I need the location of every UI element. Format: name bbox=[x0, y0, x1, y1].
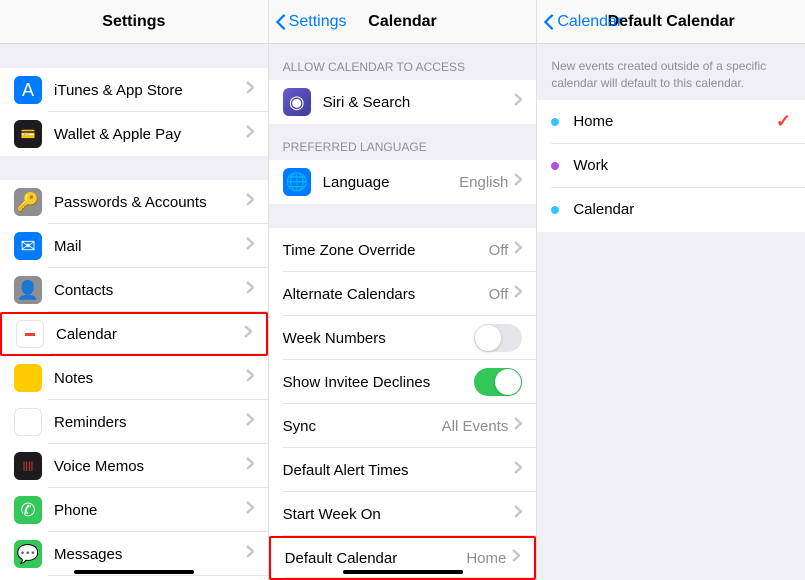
row-facetime[interactable]: 📹 FaceTime bbox=[0, 576, 268, 580]
content: New events created outside of a specific… bbox=[537, 44, 805, 580]
row-itunes-app-store[interactable]: A iTunes & App Store bbox=[0, 68, 268, 112]
option-home[interactable]: Home✓ bbox=[537, 100, 805, 144]
row-passwords-accounts[interactable]: 🔑 Passwords & Accounts bbox=[0, 180, 268, 224]
chevron-right-icon bbox=[514, 285, 522, 303]
notes-icon bbox=[14, 364, 42, 392]
row-notes[interactable]: Notes bbox=[0, 356, 268, 400]
chevron-right-icon bbox=[246, 369, 254, 387]
chevron-right-icon bbox=[514, 173, 522, 191]
chevron-right-icon bbox=[246, 81, 254, 99]
color-dot bbox=[551, 118, 559, 126]
chevron-right-icon bbox=[246, 501, 254, 519]
chevron-right-icon bbox=[244, 325, 252, 343]
row-siri-search[interactable]: ◉ Siri & Search bbox=[269, 80, 537, 124]
header: Calendar Default Calendar bbox=[537, 0, 805, 44]
row-week-numbers[interactable]: Week Numbers bbox=[269, 316, 537, 360]
home-indicator[interactable] bbox=[343, 570, 463, 574]
checkmark-icon: ✓ bbox=[776, 111, 791, 132]
chevron-right-icon bbox=[246, 125, 254, 143]
chevron-right-icon bbox=[514, 461, 522, 479]
chevron-right-icon bbox=[514, 93, 522, 111]
chevron-right-icon bbox=[514, 417, 522, 435]
header: Settings Calendar bbox=[269, 0, 537, 44]
chevron-right-icon bbox=[514, 241, 522, 259]
globe-icon: 🌐 bbox=[283, 168, 311, 196]
siri-icon: ◉ bbox=[283, 88, 311, 116]
content: ALLOW CALENDAR TO ACCESS ◉ Siri & Search… bbox=[269, 44, 537, 580]
settings-panel: Settings A iTunes & App Store 💳 Wallet &… bbox=[0, 0, 269, 580]
chevron-right-icon bbox=[512, 549, 520, 567]
row-wallet-apple-pay[interactable]: 💳 Wallet & Apple Pay bbox=[0, 112, 268, 156]
reminders-icon: ⋮⋮ bbox=[14, 408, 42, 436]
color-dot bbox=[551, 162, 559, 170]
option-calendar[interactable]: Calendar bbox=[537, 188, 805, 232]
wallet-icon: 💳 bbox=[14, 120, 42, 148]
row-sync[interactable]: SyncAll Events bbox=[269, 404, 537, 448]
chevron-right-icon bbox=[246, 413, 254, 431]
app-store-icon: A bbox=[14, 76, 42, 104]
key-icon: 🔑 bbox=[14, 188, 42, 216]
option-work[interactable]: Work bbox=[537, 144, 805, 188]
messages-icon: 💬 bbox=[14, 540, 42, 568]
calendar-settings-panel: Settings Calendar ALLOW CALENDAR TO ACCE… bbox=[269, 0, 538, 580]
row-time-zone-override[interactable]: Time Zone OverrideOff bbox=[269, 228, 537, 272]
chevron-right-icon bbox=[246, 237, 254, 255]
page-title: Settings bbox=[102, 13, 165, 31]
back-button[interactable]: Calendar bbox=[543, 13, 622, 31]
row-alternate-calendars[interactable]: Alternate CalendarsOff bbox=[269, 272, 537, 316]
voice-memos-icon: |||| bbox=[14, 452, 42, 480]
content: A iTunes & App Store 💳 Wallet & Apple Pa… bbox=[0, 44, 268, 580]
phone-icon: ✆ bbox=[14, 496, 42, 524]
section-header-language: PREFERRED LANGUAGE bbox=[269, 124, 537, 160]
header: Settings bbox=[0, 0, 268, 44]
page-title: Calendar bbox=[368, 13, 436, 31]
chevron-right-icon bbox=[514, 505, 522, 523]
row-contacts[interactable]: 👤 Contacts bbox=[0, 268, 268, 312]
row-language[interactable]: 🌐 Language English bbox=[269, 160, 537, 204]
chevron-right-icon bbox=[246, 281, 254, 299]
default-calendar-panel: Calendar Default Calendar New events cre… bbox=[537, 0, 805, 580]
section-header-access: ALLOW CALENDAR TO ACCESS bbox=[269, 44, 537, 80]
mail-icon: ✉ bbox=[14, 232, 42, 260]
row-show-invitee-declines[interactable]: Show Invitee Declines bbox=[269, 360, 537, 404]
chevron-right-icon bbox=[246, 193, 254, 211]
chevron-right-icon bbox=[246, 457, 254, 475]
chevron-right-icon bbox=[246, 545, 254, 563]
row-default-alert-times[interactable]: Default Alert Times bbox=[269, 448, 537, 492]
toggle[interactable] bbox=[474, 368, 522, 396]
row-reminders[interactable]: ⋮⋮ Reminders bbox=[0, 400, 268, 444]
back-button[interactable]: Settings bbox=[275, 13, 347, 31]
row-mail[interactable]: ✉ Mail bbox=[0, 224, 268, 268]
contacts-icon: 👤 bbox=[14, 276, 42, 304]
row-start-week-on[interactable]: Start Week On bbox=[269, 492, 537, 536]
page-title: Default Calendar bbox=[608, 13, 735, 31]
row-calendar[interactable]: ▬ Calendar bbox=[0, 312, 268, 356]
calendar-icon: ▬ bbox=[16, 320, 44, 348]
toggle[interactable] bbox=[474, 324, 522, 352]
row-phone[interactable]: ✆ Phone bbox=[0, 488, 268, 532]
color-dot bbox=[551, 206, 559, 214]
row-voice-memos[interactable]: |||| Voice Memos bbox=[0, 444, 268, 488]
info-text: New events created outside of a specific… bbox=[537, 44, 805, 100]
home-indicator[interactable] bbox=[74, 570, 194, 574]
